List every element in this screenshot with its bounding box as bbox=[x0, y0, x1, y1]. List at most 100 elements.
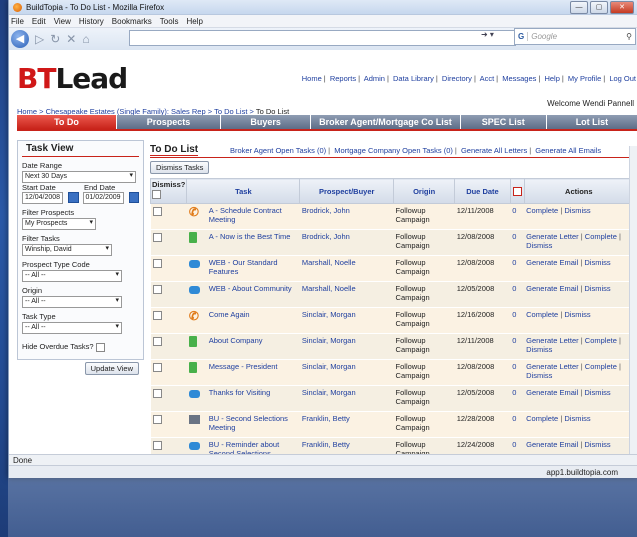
dismiss-link[interactable]: Dismiss bbox=[584, 388, 610, 397]
notes-count[interactable]: 0 bbox=[510, 385, 525, 412]
generate-all-emails-link[interactable]: Generate All Emails bbox=[535, 146, 601, 155]
notes-count[interactable]: 0 bbox=[510, 359, 525, 386]
hide-overdue-checkbox[interactable] bbox=[95, 342, 105, 352]
tab-lot-list[interactable]: Lot List bbox=[546, 115, 637, 129]
notes-count[interactable]: 0 bbox=[510, 229, 525, 256]
menu-history[interactable]: History bbox=[79, 17, 104, 26]
complete-link[interactable]: Complete bbox=[526, 206, 558, 215]
link-home[interactable]: Home bbox=[302, 74, 322, 83]
dismiss-link[interactable]: Dismiss bbox=[564, 206, 590, 215]
task-type-select[interactable]: -- All -- bbox=[22, 322, 122, 334]
task-link[interactable]: WEB - Our Standard Features bbox=[206, 255, 300, 282]
link-my-profile[interactable]: My Profile bbox=[568, 74, 601, 83]
prospect-link[interactable]: Sinclair, Morgan bbox=[299, 307, 394, 334]
prospect-type-select[interactable]: -- All -- bbox=[22, 270, 122, 282]
task-link[interactable]: WEB - About Community bbox=[206, 281, 300, 308]
col-due-date[interactable]: Due Date bbox=[454, 178, 511, 204]
dismiss-checkbox[interactable] bbox=[152, 310, 162, 320]
link-directory[interactable]: Directory bbox=[442, 74, 472, 83]
generate-email-link[interactable]: Generate Email bbox=[526, 284, 578, 293]
tab-spec-list[interactable]: SPEC List bbox=[460, 115, 547, 129]
dismiss-link[interactable]: Dismiss bbox=[526, 345, 552, 354]
tab-prospects[interactable]: Prospects bbox=[117, 115, 222, 129]
google-icon[interactable]: G bbox=[515, 32, 529, 41]
calendar-icon[interactable] bbox=[128, 192, 139, 203]
dismiss-link[interactable]: Dismiss bbox=[526, 371, 552, 380]
prospect-link[interactable]: Brodrick, John bbox=[299, 203, 394, 230]
search-icon[interactable]: ⚲ bbox=[626, 32, 632, 41]
link-messages[interactable]: Messages bbox=[502, 74, 536, 83]
link-help[interactable]: Help bbox=[544, 74, 559, 83]
dismiss-tasks-button[interactable]: Dismiss Tasks bbox=[150, 161, 210, 174]
prospect-link[interactable]: Franklin, Betty bbox=[299, 411, 394, 438]
filter-prospects-select[interactable]: My Prospects bbox=[22, 218, 96, 230]
dismiss-checkbox[interactable] bbox=[152, 414, 162, 424]
dismiss-checkbox[interactable] bbox=[152, 362, 162, 372]
dismiss-checkbox[interactable] bbox=[152, 388, 162, 398]
task-link[interactable]: A - Schedule Contract Meeting bbox=[206, 203, 300, 230]
notes-count[interactable]: 0 bbox=[510, 411, 525, 438]
generate-email-link[interactable]: Generate Email bbox=[526, 258, 578, 267]
notes-count[interactable]: 0 bbox=[510, 203, 525, 230]
generate-email-link[interactable]: Generate Email bbox=[526, 388, 578, 397]
search-input[interactable]: G Google ⚲ bbox=[514, 28, 636, 45]
complete-link[interactable]: Complete bbox=[585, 362, 617, 371]
generate-letter-link[interactable]: Generate Letter bbox=[526, 362, 579, 371]
tab-todo[interactable]: To Do bbox=[17, 115, 118, 129]
task-link[interactable]: About Company bbox=[206, 333, 300, 360]
dismiss-link[interactable]: Dismiss bbox=[584, 440, 610, 449]
dismiss-link[interactable]: Dismiss bbox=[564, 414, 590, 423]
task-link[interactable]: A - Now is the Best Time bbox=[206, 229, 300, 256]
menu-tools[interactable]: Tools bbox=[160, 17, 179, 26]
prospect-link[interactable]: Sinclair, Morgan bbox=[299, 333, 394, 360]
col-prospect[interactable]: Prospect/Buyer bbox=[299, 178, 395, 204]
dismiss-checkbox[interactable] bbox=[152, 232, 162, 242]
vertical-scrollbar[interactable] bbox=[629, 146, 637, 478]
prospect-link[interactable]: Sinclair, Morgan bbox=[299, 359, 394, 386]
mortgage-tasks-link[interactable]: Mortgage Company Open Tasks (0) bbox=[334, 146, 453, 155]
menu-help[interactable]: Help bbox=[186, 17, 202, 26]
minimize-button[interactable]: — bbox=[570, 1, 588, 14]
forward-icon[interactable]: ▷ bbox=[35, 32, 44, 46]
dismiss-link[interactable]: Dismiss bbox=[584, 258, 610, 267]
tab-buyers[interactable]: Buyers bbox=[221, 115, 312, 129]
maximize-button[interactable]: ▢ bbox=[590, 1, 608, 14]
tab-broker-agent[interactable]: Broker Agent/Mortgage Co List bbox=[311, 115, 461, 129]
update-view-button[interactable]: Update View bbox=[84, 361, 139, 375]
dismiss-checkbox[interactable] bbox=[152, 258, 162, 268]
prospect-link[interactable]: Marshall, Noelle bbox=[299, 255, 394, 282]
link-admin[interactable]: Admin bbox=[364, 74, 385, 83]
notes-count[interactable]: 0 bbox=[510, 281, 525, 308]
menu-bookmarks[interactable]: Bookmarks bbox=[112, 17, 152, 26]
link-reports[interactable]: Reports bbox=[330, 74, 356, 83]
go-icon[interactable]: ➜ ▾ bbox=[481, 30, 494, 39]
dismiss-link[interactable]: Dismiss bbox=[526, 241, 552, 250]
complete-link[interactable]: Complete bbox=[585, 336, 617, 345]
url-input[interactable] bbox=[129, 30, 516, 46]
generate-email-link[interactable]: Generate Email bbox=[526, 440, 578, 449]
calendar-icon[interactable] bbox=[68, 192, 79, 203]
notes-count[interactable]: 0 bbox=[510, 255, 525, 282]
dismiss-checkbox[interactable] bbox=[152, 336, 162, 346]
home-icon[interactable]: ⌂ bbox=[82, 32, 89, 46]
prospect-link[interactable]: Marshall, Noelle bbox=[299, 281, 394, 308]
dismiss-checkbox[interactable] bbox=[152, 440, 162, 450]
back-icon[interactable]: ◀ bbox=[11, 30, 29, 48]
filter-tasks-select[interactable]: Winship, David bbox=[22, 244, 112, 256]
col-task[interactable]: Task bbox=[186, 178, 301, 204]
task-link[interactable]: BU - Second Selections Meeting bbox=[206, 411, 300, 438]
select-all-checkbox[interactable] bbox=[152, 189, 161, 199]
reload-icon[interactable]: ↻ bbox=[50, 32, 60, 46]
menu-edit[interactable]: Edit bbox=[32, 17, 46, 26]
task-link[interactable]: Come Again bbox=[206, 307, 300, 334]
complete-link[interactable]: Complete bbox=[585, 232, 617, 241]
task-link[interactable]: Thanks for Visiting bbox=[206, 385, 300, 412]
task-link[interactable]: Message - President bbox=[206, 359, 300, 386]
menu-file[interactable]: File bbox=[11, 17, 24, 26]
link-data-library[interactable]: Data Library bbox=[393, 74, 434, 83]
generate-all-letters-link[interactable]: Generate All Letters bbox=[461, 146, 527, 155]
link-log-out[interactable]: Log Out bbox=[609, 74, 636, 83]
broker-agent-tasks-link[interactable]: Broker Agent Open Tasks (0) bbox=[230, 146, 326, 155]
generate-letter-link[interactable]: Generate Letter bbox=[526, 336, 579, 345]
col-origin[interactable]: Origin bbox=[393, 178, 456, 204]
